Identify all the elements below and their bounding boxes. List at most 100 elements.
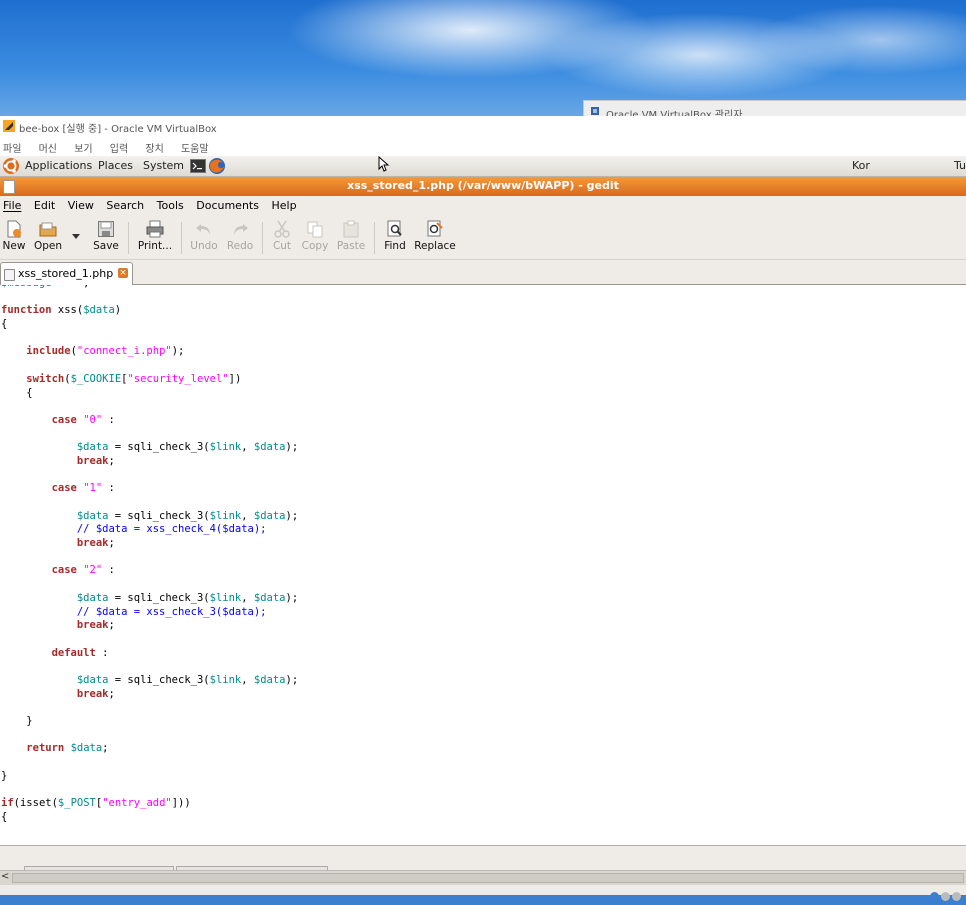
redo-button[interactable]: Redo (226, 220, 254, 252)
code-line: $data = sqli_check_3($link, $data); (76, 509, 299, 522)
virtualbox-menubar: 파일 머신 보기 입력 장치 도움말 (0, 136, 966, 156)
code-line: $data = sqli_check_3($link, $data); (76, 441, 299, 454)
document-tab-bar: xss_stored_1.php × (0, 260, 966, 285)
menu-search[interactable]: Search (106, 199, 144, 212)
menu-help[interactable]: Help (271, 199, 296, 212)
printer-icon (146, 220, 164, 238)
virtualbox-vm-icon (3, 120, 15, 132)
ubuntu-logo-icon (3, 158, 19, 174)
vbox-menu-file[interactable]: 파일 (3, 144, 21, 155)
code-line: function xss($data) (1, 304, 122, 317)
code-editor[interactable]: $message = "";function xss($data){ inclu… (0, 285, 966, 845)
open-folder-icon (39, 222, 57, 237)
gedit-menubar: File Edit View Search Tools Documents He… (0, 196, 966, 216)
horizontal-scrollbar[interactable]: < (0, 870, 966, 885)
replace-button[interactable]: Replace (414, 220, 456, 252)
undo-button[interactable]: Undo (189, 220, 219, 252)
code-line: return $data; (26, 742, 109, 755)
panel-menu-system[interactable]: System (143, 159, 184, 172)
new-button[interactable]: New (2, 220, 26, 252)
network-status-icon[interactable] (930, 892, 939, 901)
code-line: $data = sqli_check_3($link, $data); (76, 591, 299, 604)
usb-status-icon[interactable] (941, 892, 950, 901)
scroll-left-arrow-icon[interactable]: < (1, 871, 9, 882)
panel-menu-applications[interactable]: Applications (25, 159, 92, 172)
code-line: break; (76, 687, 115, 700)
code-line: default : (51, 646, 109, 659)
print-button[interactable]: Print... (137, 220, 173, 252)
panel-menu-places[interactable]: Places (98, 159, 133, 172)
copy-button[interactable]: Copy (301, 220, 329, 252)
code-line: // $data = xss_check_3($data); (76, 605, 267, 618)
gedit-toolbar: New Open Save Print... Undo Redo Cut Cop… (0, 216, 966, 260)
code-line: case "2" : (51, 564, 115, 577)
find-magnifier-icon (387, 220, 402, 237)
code-line: case "1" : (51, 482, 115, 495)
code-line: $data = sqli_check_3($link, $data); (76, 673, 299, 686)
vbox-menu-view[interactable]: 보기 (74, 144, 92, 155)
paste-button[interactable]: Paste (336, 220, 366, 252)
cut-button[interactable]: Cut (270, 220, 294, 252)
firefox-launcher-icon[interactable] (208, 157, 226, 175)
vbox-menu-input[interactable]: 입력 (110, 144, 128, 155)
vbox-menu-machine[interactable]: 머신 (39, 144, 57, 155)
open-recent-dropdown-icon[interactable] (72, 234, 80, 240)
toolbar-separator (181, 222, 182, 254)
code-line: { (1, 386, 33, 399)
code-line: { (1, 810, 8, 823)
terminal-launcher-icon[interactable] (190, 158, 206, 174)
code-line: // $data = xss_check_4($data); (76, 523, 267, 536)
code-line: break; (76, 537, 115, 550)
menu-file[interactable]: File (3, 199, 21, 212)
save-button[interactable]: Save (92, 220, 120, 252)
panel-clock[interactable]: Tu (954, 159, 966, 172)
disk-status-icon[interactable] (952, 892, 961, 901)
close-tab-icon[interactable]: × (118, 268, 128, 278)
gedit-window-titlebar[interactable]: xss_stored_1.php (/var/www/bWAPP) - gedi… (0, 177, 966, 196)
keyboard-layout-indicator[interactable]: Kor (852, 159, 870, 172)
open-button[interactable]: Open (33, 220, 63, 252)
menu-documents[interactable]: Documents (196, 199, 259, 212)
toolbar-separator (128, 222, 129, 254)
document-icon (4, 269, 15, 281)
mouse-cursor-icon (378, 156, 390, 172)
find-replace-icon (427, 220, 443, 237)
code-text: $message = "";function xss($data){ inclu… (1, 285, 298, 825)
code-line: break; (76, 454, 115, 467)
code-line: include("connect_i.php"); (26, 345, 185, 358)
vbox-menu-help[interactable]: 도움말 (181, 144, 209, 155)
menu-view[interactable]: View (68, 199, 94, 212)
tab-xss-stored-1-php[interactable]: xss_stored_1.php × (0, 262, 133, 285)
tab-label: xss_stored_1.php (18, 267, 114, 280)
new-document-icon (7, 220, 21, 238)
code-line: case "0" : (51, 413, 115, 426)
code-line: break; (76, 619, 115, 632)
toolbar-separator (262, 222, 263, 254)
toolbar-separator (374, 222, 375, 254)
virtualbox-window-titlebar[interactable]: bee-box [실행 중] - Oracle VM VirtualBox (0, 116, 966, 136)
menu-edit[interactable]: Edit (34, 199, 55, 212)
paste-clipboard-icon (343, 220, 359, 238)
code-line: } (1, 715, 33, 727)
code-line: switch($_COOKIE["security_level"]) (26, 372, 242, 385)
menu-tools[interactable]: Tools (157, 199, 184, 212)
vbox-menu-devices[interactable]: 장치 (145, 144, 163, 155)
code-line: } (1, 769, 8, 782)
find-button[interactable]: Find (383, 220, 407, 252)
virtualbox-icon (591, 107, 599, 115)
undo-arrow-icon (196, 224, 210, 235)
scrollbar-thumb[interactable] (12, 873, 964, 883)
gedit-window-title: xss_stored_1.php (/var/www/bWAPP) - gedi… (347, 179, 619, 192)
